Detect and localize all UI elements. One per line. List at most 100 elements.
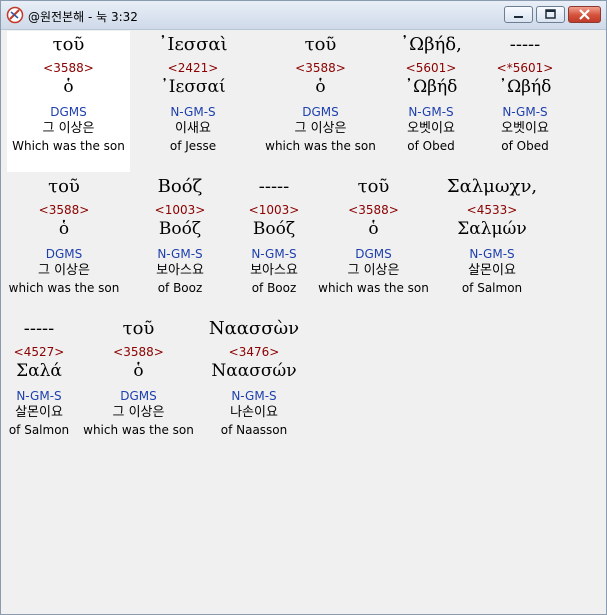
korean-gloss: 살몬이요	[468, 263, 516, 278]
close-button[interactable]	[568, 6, 601, 23]
lemma: Σαλά	[16, 361, 62, 381]
strong-number: <3588>	[348, 203, 399, 217]
morphology-code: N-GM-S	[16, 389, 62, 403]
word-block[interactable]: ----- <1003> Βοόζ N-GM-S 보아스요 of Booz	[235, 175, 313, 296]
greek-word: Σαλμωχν,	[446, 176, 538, 197]
word-block[interactable]: τοῦ <3588> ὁ DGMS 그 이상은 Which was the so…	[7, 33, 130, 154]
strong-number: <5601>	[405, 61, 457, 75]
strong-number: <2421>	[167, 61, 219, 75]
greek-word: τοῦ	[304, 34, 337, 55]
morphology-code: DGMS	[50, 105, 87, 119]
word-block[interactable]: τοῦ <3588> ὁ DGMS 그 이상은 which was the so…	[7, 175, 121, 296]
close-icon	[579, 9, 590, 20]
lemma: Σαλμών	[457, 219, 527, 239]
korean-gloss: 그 이상은	[112, 405, 165, 420]
morphology-code: DGMS	[302, 105, 339, 119]
strong-number: <*5601>	[496, 61, 554, 75]
english-gloss: Which was the son	[12, 139, 125, 153]
strong-number: <3588>	[38, 203, 90, 217]
korean-gloss: 보아스요	[250, 263, 298, 278]
greek-word: τοῦ	[357, 176, 390, 197]
english-gloss: of Obed	[501, 139, 549, 153]
word-block[interactable]: Σαλμωχν, <4533> Σαλμών N-GM-S 살몬이요 of Sa…	[433, 175, 551, 296]
lemma: ὁ	[368, 219, 379, 239]
english-gloss: which was the son	[83, 423, 194, 437]
korean-gloss: 그 이상은	[38, 263, 90, 278]
english-gloss: of Naasson	[220, 423, 288, 437]
korean-gloss: 그 이상은	[294, 121, 347, 136]
korean-gloss: 나손이요	[230, 405, 278, 420]
strong-number: <3476>	[228, 345, 280, 359]
strong-number: <3588>	[113, 345, 164, 359]
strong-number: <3588>	[295, 61, 346, 75]
lemma: ᾿Ωβήδ	[498, 77, 552, 97]
morphology-code: N-GM-S	[157, 247, 203, 261]
strong-number: <1003>	[154, 203, 206, 217]
word-block[interactable]: Βοόζ <1003> Βοόζ N-GM-S 보아스요 of Booz	[139, 175, 221, 296]
word-block[interactable]: ----- <4527> Σαλά N-GM-S 살몬이요 of Salmon	[7, 317, 71, 438]
greek-word: -----	[258, 176, 290, 197]
lemma: ὁ	[58, 219, 70, 239]
lemma: ὁ	[63, 77, 74, 97]
english-gloss: of Booz	[157, 281, 203, 295]
morphology-code: DGMS	[45, 247, 83, 261]
greek-word: Ναασσὼν	[208, 318, 300, 339]
greek-word: ᾿Ωβήδ,	[400, 34, 462, 55]
lemma: ᾿Ιεσσαί	[160, 77, 226, 97]
morphology-code: N-GM-S	[170, 105, 216, 119]
app-logo-icon	[6, 6, 24, 24]
morphology-code: N-GM-S	[251, 247, 297, 261]
morphology-code: N-GM-S	[408, 105, 454, 119]
strong-number: <4527>	[13, 345, 65, 359]
word-block[interactable]: ----- <*5601> ᾿Ωβήδ N-GM-S 오벳이요 of Obed	[483, 33, 567, 154]
english-gloss: which was the son	[318, 281, 429, 295]
english-gloss: of Salmon	[8, 423, 70, 437]
english-gloss: of Salmon	[461, 281, 523, 295]
korean-gloss: 살몬이요	[15, 405, 63, 420]
lemma: ᾿Ωβήδ	[404, 77, 458, 97]
maximize-button[interactable]	[536, 6, 565, 23]
strong-number: <3588>	[43, 61, 94, 75]
korean-gloss: 오벳이요	[501, 121, 549, 136]
greek-word: τοῦ	[52, 34, 85, 55]
english-gloss: which was the son	[8, 281, 120, 295]
minimize-button[interactable]	[504, 6, 533, 23]
word-block[interactable]: τοῦ <3588> ὁ DGMS 그 이상은 which was the so…	[259, 33, 382, 154]
english-gloss: of Obed	[407, 139, 455, 153]
morphology-code: N-GM-S	[231, 389, 277, 403]
english-gloss: of Booz	[251, 281, 297, 295]
lemma: ὁ	[133, 361, 144, 381]
morphology-code: DGMS	[355, 247, 392, 261]
word-block[interactable]: Ναασσὼν <3476> Ναασσών N-GM-S 나손이요 of Na…	[201, 317, 307, 438]
english-gloss: of Jesse	[169, 139, 217, 153]
lemma: Βοόζ	[158, 219, 202, 239]
korean-gloss: 이새요	[175, 121, 211, 136]
minimize-icon	[514, 16, 523, 18]
korean-gloss: 그 이상은	[42, 121, 95, 136]
korean-gloss: 보아스요	[156, 263, 204, 278]
korean-gloss: 오벳이요	[407, 121, 455, 136]
korean-gloss: 그 이상은	[347, 263, 400, 278]
maximize-icon	[545, 9, 556, 19]
greek-word: τοῦ	[122, 318, 155, 339]
greek-word: -----	[23, 318, 55, 339]
lemma: ὁ	[315, 77, 326, 97]
greek-word: -----	[509, 34, 541, 55]
word-block[interactable]: τοῦ <3588> ὁ DGMS 그 이상은 which was the so…	[80, 317, 197, 438]
word-block[interactable]: τοῦ <3588> ὁ DGMS 그 이상은 which was the so…	[316, 175, 431, 296]
morphology-code: N-GM-S	[469, 247, 515, 261]
lemma: Βοόζ	[252, 219, 296, 239]
title-bar[interactable]: @원전본해 - 눅 3:32	[1, 1, 606, 30]
greek-word: ᾿Ιεσσαὶ	[158, 34, 228, 55]
word-block[interactable]: ᾿Ωβήδ, <5601> ᾿Ωβήδ N-GM-S 오벳이요 of Obed	[389, 33, 473, 154]
strong-number: <1003>	[248, 203, 300, 217]
lemma: Ναασσών	[211, 361, 297, 381]
app-window: @원전본해 - 눅 3:32 τοῦ <3588> ὁ DGMS 그 이상은 W…	[0, 0, 607, 615]
english-gloss: which was the son	[265, 139, 376, 153]
window-title: @원전본해 - 눅 3:32	[28, 10, 138, 24]
strong-number: <4533>	[466, 203, 518, 217]
morphology-code: DGMS	[120, 389, 157, 403]
word-block[interactable]: ᾿Ιεσσαὶ <2421> ᾿Ιεσσαί N-GM-S 이새요 of Jes…	[134, 33, 252, 154]
greek-word: τοῦ	[48, 176, 80, 197]
greek-word: Βοόζ	[157, 176, 203, 197]
